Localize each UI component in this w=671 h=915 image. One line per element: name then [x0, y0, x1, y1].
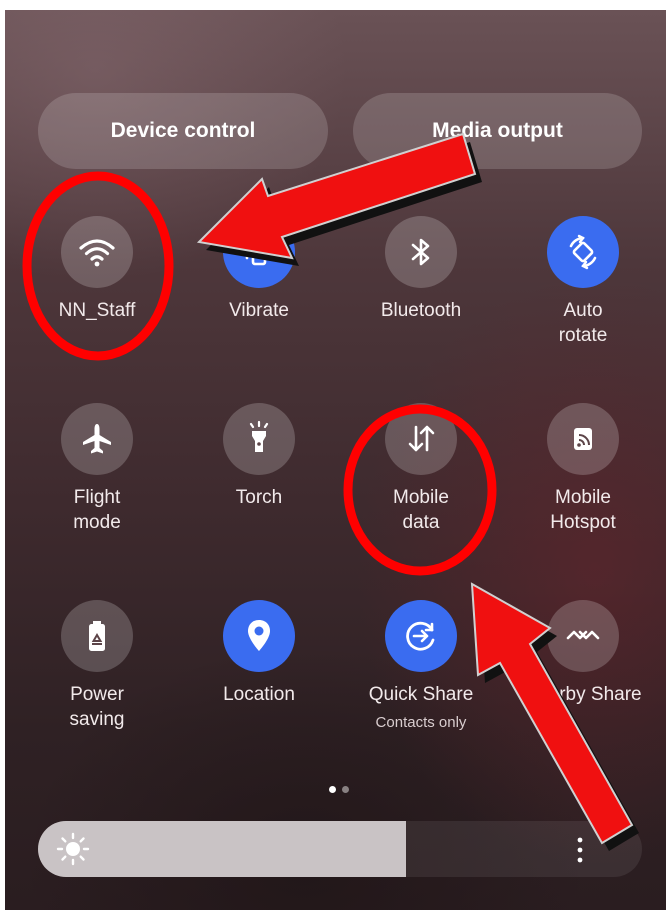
power-saving-toggle[interactable] — [61, 600, 133, 672]
nearby-share-icon — [566, 630, 600, 640]
mobile-hotspot-toggle[interactable] — [547, 403, 619, 475]
tile-label: Mobile Hotspot — [550, 487, 616, 533]
tile-label: Flight mode — [73, 487, 121, 533]
tile-label: Vibrate — [229, 300, 289, 321]
page-indicator[interactable] — [325, 786, 355, 794]
tile-label: NN_Staff — [58, 300, 136, 321]
tile-label: Power saving — [69, 684, 125, 730]
hotspot-icon — [574, 428, 592, 450]
more-options-icon[interactable] — [575, 835, 585, 865]
tile-label: Location — [223, 684, 295, 705]
torch-toggle[interactable] — [223, 403, 295, 475]
brightness-slider-fill — [38, 821, 407, 877]
tile-label: Nearby Share — [524, 684, 642, 705]
location-icon — [248, 620, 270, 651]
page-dot — [342, 786, 349, 793]
torch-icon — [249, 420, 269, 452]
tile-label: Mobile data — [393, 487, 449, 533]
bluetooth-toggle[interactable] — [385, 216, 457, 288]
sun-icon — [56, 832, 90, 866]
quick-share-toggle[interactable] — [385, 600, 457, 672]
brightness-slider[interactable] — [38, 821, 642, 877]
screenshot-frame: Device control Media output NN_Staff Vib… — [0, 0, 671, 915]
tile-label: Quick Share — [368, 684, 474, 705]
wifi-toggle[interactable] — [61, 216, 133, 288]
tile-label: Auto rotate — [558, 300, 608, 346]
tile-sublabel: Contacts only — [375, 714, 467, 731]
vibrate-icon — [245, 238, 273, 266]
quick-settings-panel: Device control Media output NN_Staff Vib… — [5, 10, 666, 910]
auto-rotate-toggle[interactable] — [547, 216, 619, 288]
vibrate-toggle[interactable] — [223, 216, 295, 288]
tile-label: Torch — [235, 487, 283, 508]
quick-share-icon — [406, 621, 435, 651]
flight-mode-toggle[interactable] — [61, 403, 133, 475]
tile-label: Bluetooth — [380, 300, 462, 321]
wifi-icon — [79, 239, 115, 267]
bluetooth-icon — [411, 238, 430, 266]
battery-icon — [89, 621, 105, 651]
location-toggle[interactable] — [223, 600, 295, 672]
nearby-share-toggle[interactable] — [547, 600, 619, 672]
mobile-data-toggle[interactable] — [385, 403, 457, 475]
airplane-icon — [83, 424, 111, 454]
device-control-button[interactable]: Device control — [38, 93, 328, 169]
device-control-label: Device control — [110, 119, 256, 142]
mobile-data-icon — [408, 425, 435, 452]
auto-rotate-icon — [569, 234, 597, 270]
media-output-button[interactable]: Media output — [353, 93, 642, 169]
page-dot-active — [329, 786, 336, 793]
media-output-label: Media output — [432, 119, 563, 142]
